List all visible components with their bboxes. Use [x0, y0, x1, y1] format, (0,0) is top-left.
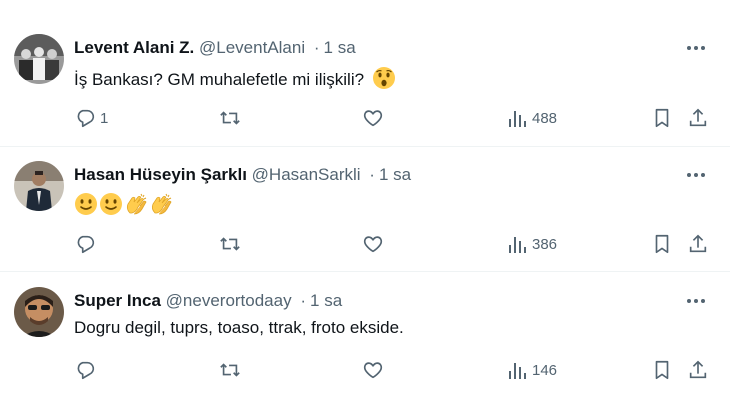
share-button[interactable] — [687, 106, 709, 130]
slightly-smiling-face-icon — [99, 192, 123, 216]
avatar[interactable] — [14, 287, 64, 337]
views-button[interactable]: 488 — [508, 106, 557, 130]
views-icon — [508, 107, 528, 129]
like-button[interactable] — [362, 358, 388, 382]
heart-icon — [362, 107, 384, 129]
views-button[interactable]: 386 — [508, 232, 557, 256]
author-name[interactable]: Levent Alani Z. — [74, 38, 194, 57]
tweet-text: İş Bankası? GM muhalefetle mi ilişkili? — [74, 66, 396, 91]
heart-icon — [362, 233, 384, 255]
bookmark-button[interactable] — [651, 358, 673, 382]
reply-icon — [74, 359, 96, 381]
retweet-icon — [218, 107, 242, 129]
action-bar: 146 — [0, 358, 730, 382]
like-button[interactable] — [362, 106, 388, 130]
reply-button[interactable] — [74, 232, 100, 256]
separator-dot: · — [300, 291, 307, 310]
more-options-icon[interactable] — [684, 291, 708, 311]
tweet-header: Super Inca @neverortodaay · 1 sa — [74, 291, 342, 311]
reply-button[interactable]: 1 — [74, 106, 108, 130]
reply-count: 1 — [100, 109, 109, 127]
astonished-face-icon — [372, 66, 396, 90]
more-options-icon[interactable] — [684, 165, 708, 185]
tweet-text-content: İş Bankası? GM muhalefetle mi ilişkili? — [74, 70, 365, 89]
tweet-2[interactable]: Hasan Hüseyin Şarklı @HasanSarkli ·1 sa — [0, 147, 730, 271]
like-button[interactable] — [362, 232, 388, 256]
action-bar: 386 — [0, 232, 730, 256]
slightly-smiling-face-icon — [74, 192, 98, 216]
author-name[interactable]: Super Inca — [74, 291, 161, 310]
tweet-3[interactable]: Super Inca @neverortodaay · 1 sa Dogru de… — [0, 272, 730, 420]
tweet-emojis — [74, 192, 173, 216]
share-button[interactable] — [687, 232, 709, 256]
tweet-1[interactable]: Levent Alani Z. @LeventAlani · 1 sa İş Ba… — [0, 0, 730, 146]
avatar[interactable] — [14, 34, 64, 84]
separator-dot: · — [369, 165, 375, 184]
retweet-icon — [218, 359, 242, 381]
bookmark-icon — [651, 359, 673, 381]
timestamp[interactable]: 1 sa — [310, 291, 342, 310]
share-icon — [687, 107, 709, 129]
view-count: 146 — [532, 361, 558, 379]
timestamp[interactable]: 1 sa — [324, 38, 356, 57]
clapping-hands-icon — [149, 192, 173, 216]
share-icon — [687, 233, 709, 255]
clapping-hands-icon — [124, 192, 148, 216]
tweet-text: Dogru degil, tuprs, toaso, ttrak, froto … — [74, 318, 404, 337]
retweet-button[interactable] — [218, 232, 246, 256]
tweet-header: Hasan Hüseyin Şarklı @HasanSarkli · 1 sa — [74, 165, 411, 185]
views-button[interactable]: 146 — [508, 358, 557, 382]
share-button[interactable] — [687, 358, 709, 382]
bookmark-button[interactable] — [651, 106, 673, 130]
avatar[interactable] — [14, 161, 64, 211]
retweet-button[interactable] — [218, 358, 246, 382]
bookmark-icon — [651, 107, 673, 129]
retweet-button[interactable] — [218, 106, 246, 130]
view-count: 386 — [532, 235, 558, 253]
bookmark-icon — [651, 233, 673, 255]
timestamp[interactable]: 1 sa — [379, 165, 411, 184]
separator-dot: · — [313, 38, 320, 57]
views-icon — [508, 233, 528, 255]
author-name[interactable]: Hasan Hüseyin Şarklı — [74, 165, 247, 184]
reply-icon — [74, 233, 96, 255]
reply-button[interactable] — [74, 358, 100, 382]
bookmark-button[interactable] — [651, 232, 673, 256]
tweet-header: Levent Alani Z. @LeventAlani · 1 sa — [74, 38, 356, 58]
view-count: 488 — [532, 109, 558, 127]
author-handle[interactable]: @LeventAlani — [199, 38, 305, 57]
retweet-icon — [218, 233, 242, 255]
author-handle[interactable]: @neverortodaay — [166, 291, 292, 310]
more-options-icon[interactable] — [684, 38, 708, 58]
reply-icon — [74, 107, 96, 129]
share-icon — [687, 359, 709, 381]
author-handle[interactable]: @HasanSarkli — [252, 165, 361, 184]
views-icon — [508, 359, 528, 381]
heart-icon — [362, 359, 384, 381]
action-bar: 1 488 — [0, 106, 730, 130]
